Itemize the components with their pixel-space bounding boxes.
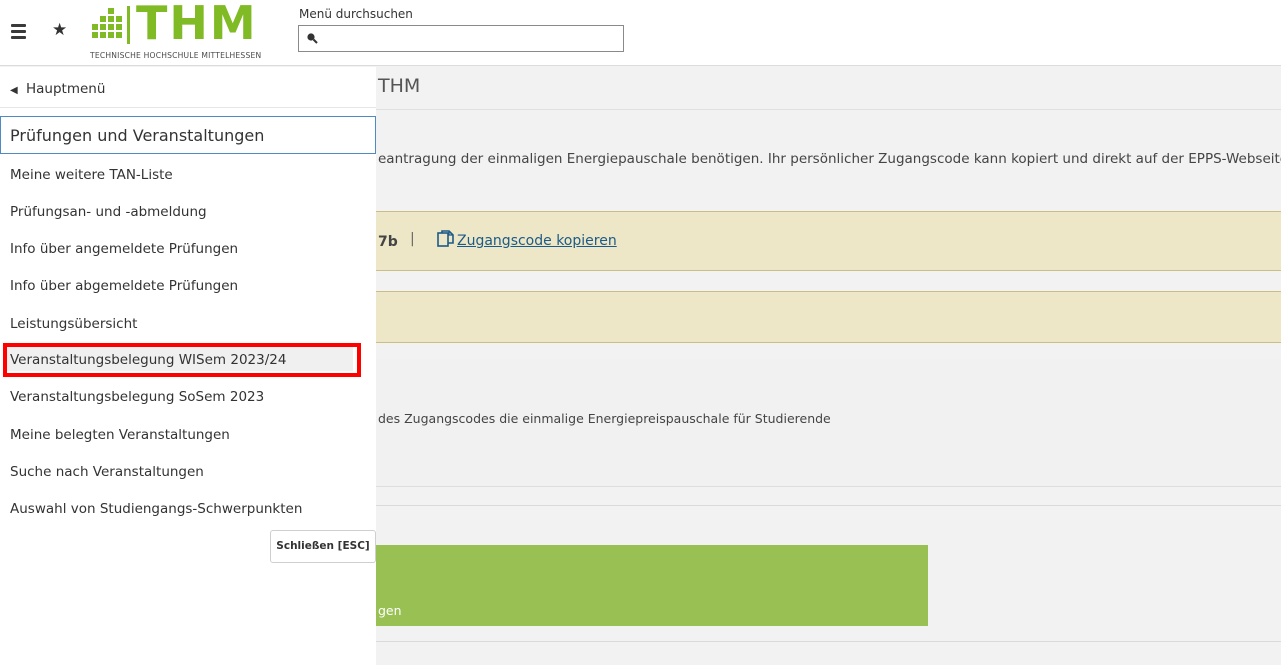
copy-icon[interactable] (436, 229, 456, 249)
hamburger-icon[interactable] (11, 24, 26, 40)
menu-item-tan-list[interactable]: Meine weitere TAN-Liste (10, 167, 173, 183)
menu-item-my-courses[interactable]: Meine belegten Veranstaltungen (10, 427, 230, 443)
logo-subtitle: TECHNISCHE HOCHSCHULE MITTELHESSEN (90, 51, 262, 60)
menu-item-performance-overview[interactable]: Leistungsübersicht (10, 316, 137, 332)
logo-divider (127, 6, 130, 44)
logo-text: THM (136, 0, 258, 50)
chevron-left-icon: ◀ (10, 85, 18, 96)
search-label: Menü durchsuchen (299, 7, 413, 21)
back-to-main-menu[interactable]: ◀ Hauptmenü (10, 81, 105, 97)
menu-item-registered-exams[interactable]: Info über angemeldete Prüfungen (10, 241, 238, 257)
search-icon (307, 33, 318, 44)
search-input[interactable] (298, 25, 624, 52)
page-title: THM (378, 75, 421, 97)
star-icon[interactable]: ★ (52, 20, 67, 40)
thm-logo[interactable]: THM TECHNISCHE HOCHSCHULE MITTELHESSEN (90, 0, 265, 62)
copy-code-link[interactable]: Zugangscode kopieren (457, 233, 617, 249)
menu-item-deregistered-exams[interactable]: Info über abgemeldete Prüfungen (10, 278, 238, 294)
menu-item-specializations[interactable]: Auswahl von Studiengangs-Schwerpunkten (10, 501, 302, 517)
divider (0, 107, 376, 108)
highlight-box (3, 343, 361, 377)
section-title-label: Prüfungen und Veranstaltungen (10, 126, 265, 145)
menu-section-title[interactable]: Prüfungen und Veranstaltungen (0, 116, 376, 154)
access-code: 7b (378, 234, 398, 250)
info-text: eantragung der einmaligen Energiepauscha… (378, 151, 1281, 167)
slide-menu: ◀ Hauptmenü Prüfungen und Veranstaltunge… (0, 67, 376, 665)
panel-text: des Zugangscodes die einmalige Energiepr… (378, 411, 831, 426)
separator: | (410, 231, 415, 247)
green-tile-label: gen (378, 603, 402, 618)
back-label: Hauptmenü (26, 81, 106, 97)
top-bar: ★ THM TECHNISCHE HOCHSCHULE MITTELHESSEN… (0, 0, 1281, 66)
close-button[interactable]: Schließen [ESC] (270, 530, 376, 563)
logo-grid-icon (92, 6, 122, 42)
menu-item-exam-registration[interactable]: Prüfungsan- und -abmeldung (10, 204, 207, 220)
menu-item-course-search[interactable]: Suche nach Veranstaltungen (10, 464, 204, 480)
menu-item-course-enrollment-sosem[interactable]: Veranstaltungsbelegung SoSem 2023 (10, 389, 264, 405)
